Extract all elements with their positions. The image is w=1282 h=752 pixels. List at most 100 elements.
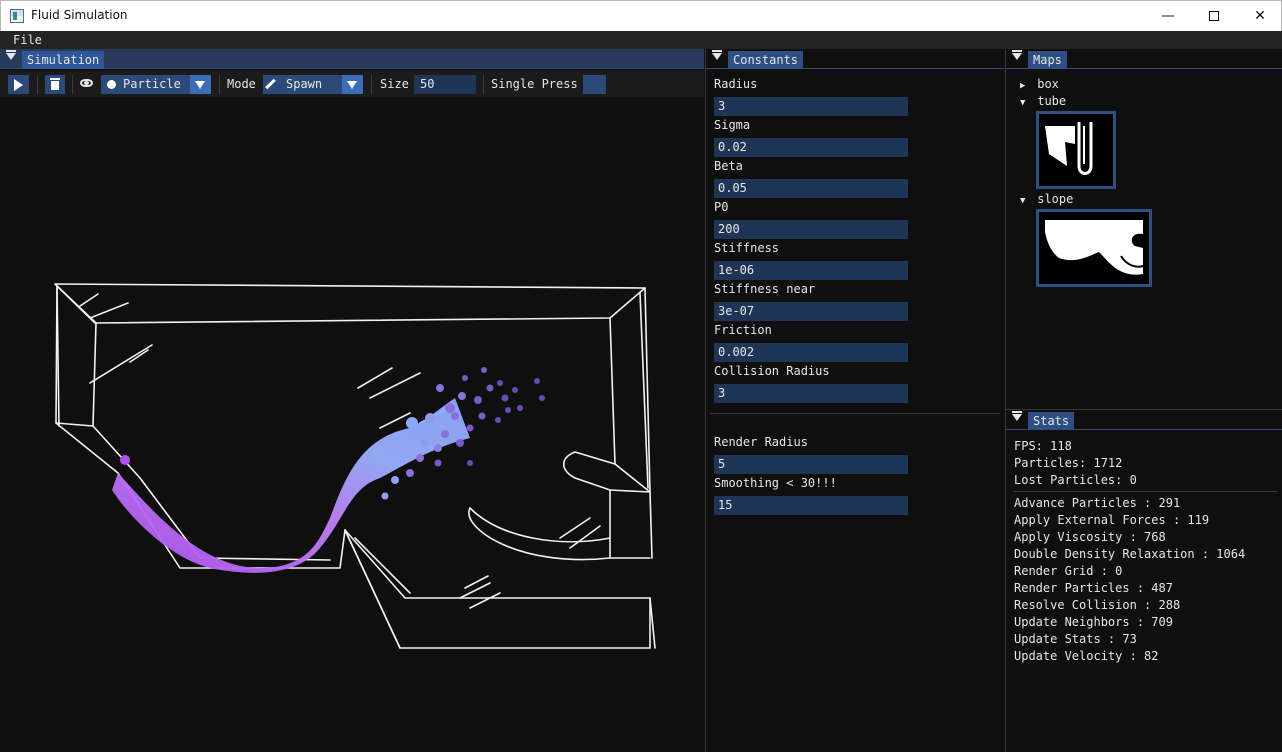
field-label: Stiffness (714, 241, 780, 255)
toolbar-divider (37, 75, 38, 94)
tab-maps[interactable]: Maps (1028, 51, 1067, 69)
window-title: Fluid Simulation (31, 8, 128, 22)
timing-stat: Update Stats : 73 (1014, 632, 1137, 646)
stats-tab-bar: Stats (1006, 410, 1282, 430)
simulation-canvas[interactable] (0, 98, 704, 752)
field-label: Render Radius (714, 435, 808, 449)
map-name: slope (1037, 192, 1074, 206)
field-label: P0 (714, 200, 729, 214)
timing-stat: Apply Viscosity : 768 (1014, 530, 1166, 544)
map-node-slope[interactable]: ▼ slope (1020, 192, 1073, 206)
toolbar-divider (483, 75, 484, 94)
beta-input[interactable]: 0.05 (714, 179, 908, 198)
timing-stat: Double Density Relaxation : 1064 (1014, 547, 1246, 561)
field-label: Beta (714, 159, 743, 173)
field-label: Radius (714, 77, 758, 91)
map-thumbnail-tube[interactable] (1036, 111, 1116, 189)
timing-stat: Resolve Collision : 288 (1014, 598, 1181, 612)
render-radius-input[interactable]: 5 (714, 455, 908, 474)
chevron-down-icon[interactable] (190, 75, 211, 94)
tab-stats[interactable]: Stats (1028, 412, 1075, 430)
timing-stat: Apply External Forces : 119 (1014, 513, 1210, 527)
radius-input[interactable]: 3 (714, 97, 908, 116)
simulation-tab-bar: Simulation (0, 49, 704, 69)
lost-particles-stat: Lost Particles: 0 (1014, 473, 1137, 487)
pencil-icon (265, 78, 276, 90)
collapse-arrow-icon[interactable] (1012, 50, 1022, 60)
maximize-icon (1209, 11, 1219, 21)
size-label: Size (380, 77, 409, 91)
visibility-eye-icon[interactable] (80, 79, 93, 87)
collision-radius-input[interactable]: 3 (714, 384, 908, 403)
toolbar-divider (371, 75, 372, 94)
stats-pane: Stats FPS: 118 Particles: 1712 Lost Part… (1005, 409, 1282, 752)
fluid-particles (112, 367, 545, 573)
app-icon (10, 9, 24, 23)
tab-constants[interactable]: Constants (728, 51, 804, 69)
map-node-tube[interactable]: ▼ tube (1020, 94, 1066, 108)
divider (1014, 491, 1278, 492)
friction-input[interactable]: 0.002 (714, 343, 908, 362)
play-button[interactable] (8, 75, 29, 94)
maps-tab-bar: Maps (1006, 49, 1282, 69)
slope-map-image (1045, 220, 1144, 275)
chevron-down-icon[interactable] (342, 75, 363, 94)
collapse-arrow-icon[interactable] (6, 50, 16, 60)
window-title-bar: Fluid Simulation — ✕ (0, 0, 1282, 31)
p0-input[interactable]: 200 (714, 220, 908, 239)
maps-pane: Maps ▶ box ▼ tube ▼ slope (1005, 49, 1282, 409)
tab-simulation[interactable]: Simulation (22, 51, 105, 69)
field-label: Smoothing < 30!!! (714, 476, 837, 490)
toolbar-divider (219, 75, 220, 94)
stats-list: FPS: 118 Particles: 1712 Lost Particles:… (1014, 438, 1278, 665)
clear-button[interactable] (45, 75, 65, 94)
particles-stat: Particles: 1712 (1014, 456, 1123, 470)
single-press-label: Single Press (491, 77, 578, 91)
maximize-button[interactable] (1191, 1, 1237, 31)
simulation-toolbar: Particle Mode Spawn Size 50 Single Press (0, 71, 704, 97)
map-thumbnail-slope[interactable] (1036, 209, 1152, 287)
smoothing-input[interactable]: 15 (714, 496, 908, 515)
simulation-pane: Simulation Particle Mode Spawn Size 50 S… (0, 49, 704, 752)
constants-pane: Constants Radius 3 Sigma 0.02 Beta 0.05 … (705, 49, 1004, 752)
constants-list: Radius 3 Sigma 0.02 Beta 0.05 P0 200 Sti… (714, 77, 1004, 405)
caret-down-icon: ▼ (1020, 98, 1026, 108)
map-node-box[interactable]: ▶ box (1020, 77, 1059, 91)
size-input[interactable]: 50 (414, 75, 476, 94)
field-label: Stiffness near (714, 282, 816, 296)
fps-stat: FPS: 118 (1014, 439, 1072, 453)
menu-bar: File (0, 31, 1282, 49)
caret-down-icon: ▼ (1020, 196, 1026, 206)
timing-stat: Update Velocity : 82 (1014, 649, 1159, 663)
mode-value: Spawn (286, 77, 323, 91)
stiffness-input[interactable]: 1e-06 (714, 261, 908, 280)
timing-stat: Update Neighbors : 709 (1014, 615, 1173, 629)
field-label: Collision Radius (714, 364, 830, 378)
collapse-arrow-icon[interactable] (712, 50, 722, 60)
toolbar-divider (72, 75, 73, 94)
single-press-checkbox[interactable] (583, 75, 606, 94)
minimize-button[interactable]: — (1145, 1, 1191, 31)
constants-tab-bar: Constants (706, 49, 1004, 69)
close-button[interactable]: ✕ (1237, 1, 1282, 31)
field-label: Sigma (714, 118, 751, 132)
divider (710, 413, 1000, 414)
collapse-arrow-icon[interactable] (1012, 411, 1022, 421)
mode-label: Mode (227, 77, 256, 91)
render-settings-list: Render Radius 5 Smoothing < 30!!! 15 (714, 435, 1004, 517)
sigma-input[interactable]: 0.02 (714, 138, 908, 157)
brush-type-combo[interactable]: Particle (101, 75, 211, 94)
timing-stat: Render Particles : 487 (1014, 581, 1173, 595)
timing-stat: Render Grid : 0 (1014, 564, 1123, 578)
caret-right-icon: ▶ (1020, 81, 1026, 91)
menu-file[interactable]: File (13, 33, 42, 47)
brush-type-value: Particle (123, 77, 181, 91)
field-label: Friction (714, 323, 772, 337)
particle-dot-icon (107, 80, 116, 89)
map-name: box (1037, 77, 1059, 91)
mode-combo[interactable]: Spawn (263, 75, 363, 94)
map-name: tube (1037, 94, 1067, 108)
tube-map-image (1045, 122, 1093, 175)
timing-stat: Advance Particles : 291 (1014, 496, 1181, 510)
stiffness-near-input[interactable]: 3e-07 (714, 302, 908, 321)
